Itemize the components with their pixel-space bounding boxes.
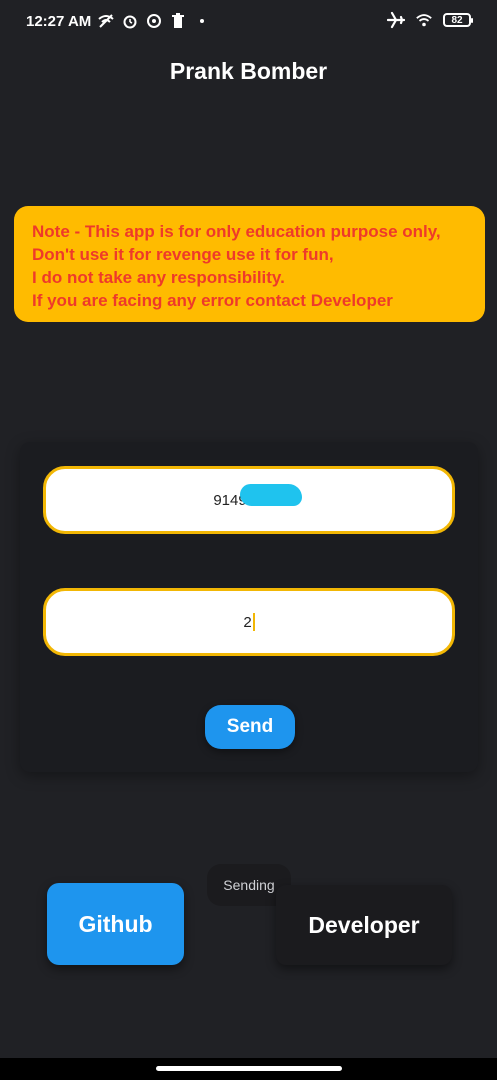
alarm-icon <box>121 12 139 30</box>
navigation-bar <box>0 1058 497 1080</box>
home-gesture-handle[interactable] <box>156 1066 342 1071</box>
status-right: 82 <box>387 11 473 29</box>
whatsapp-icon <box>145 12 163 30</box>
muted-wifi-icon <box>97 12 115 30</box>
status-bar: 12:27 AM 82 <box>0 0 497 44</box>
note-line-4: If you are facing any error contact Deve… <box>32 291 393 310</box>
message-count-input[interactable]: 2 <box>43 588 455 656</box>
status-left: 12:27 AM <box>26 12 211 30</box>
status-time: 12:27 AM <box>26 12 92 30</box>
trash-icon <box>169 12 187 30</box>
note-line-2: Don't use it for revenge use it for fun, <box>32 245 334 264</box>
redaction-mark <box>240 484 302 506</box>
github-button[interactable]: Github <box>47 883 184 965</box>
send-button[interactable]: Send <box>205 705 295 749</box>
battery-icon: 82 <box>443 13 473 27</box>
note-banner: Note - This app is for only education pu… <box>14 206 485 322</box>
wifi-icon <box>415 11 433 29</box>
dot-icon <box>193 12 211 30</box>
developer-button[interactable]: Developer <box>276 885 452 965</box>
message-count-value: 2 <box>243 613 252 631</box>
text-caret <box>252 613 255 631</box>
note-line-1: Note - This app is for only education pu… <box>32 222 441 241</box>
note-line-3: I do not take any responsibility. <box>32 268 285 287</box>
airplane-icon <box>387 11 405 29</box>
page-title: Prank Bomber <box>169 58 328 84</box>
